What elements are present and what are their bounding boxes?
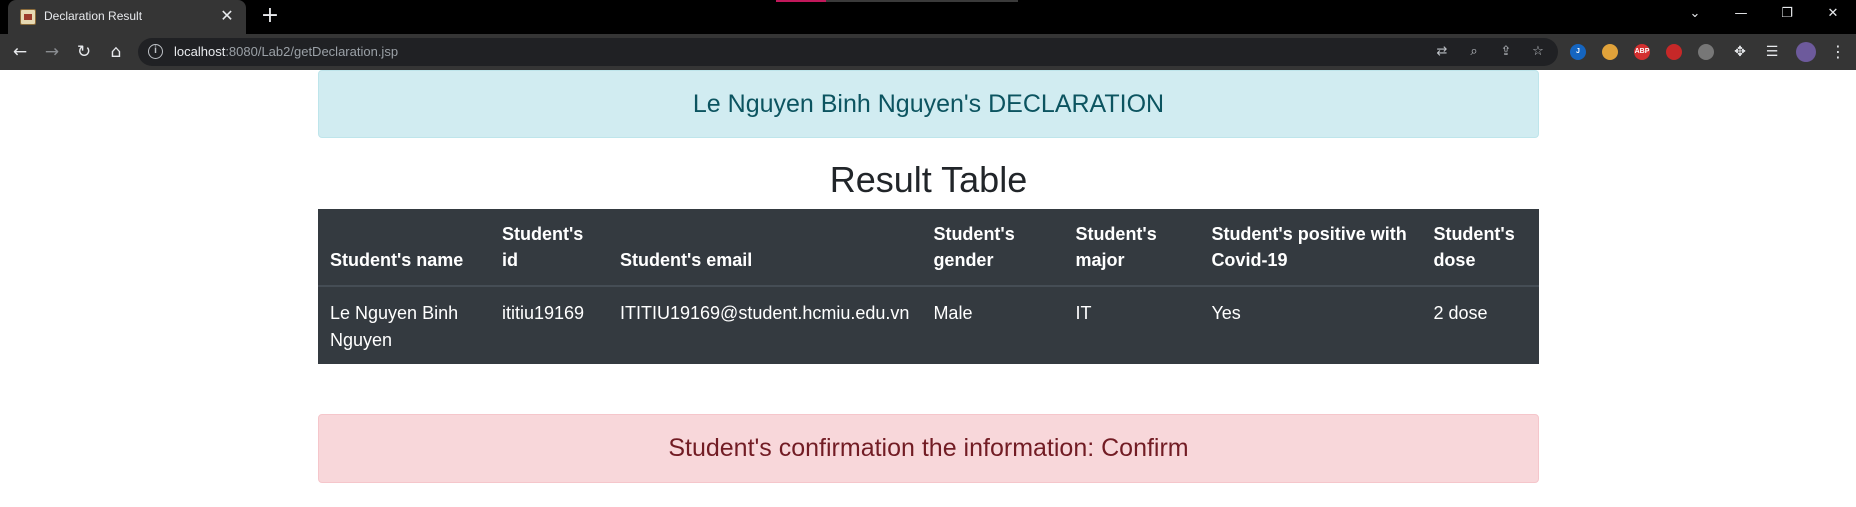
browser-tabstrip: Declaration Result ✕ + ⌄ — ❐ ✕	[0, 0, 1856, 34]
table-header-row: Student's name Student's id Student's em…	[318, 209, 1539, 287]
declaration-alert: Le Nguyen Binh Nguyen's DECLARATION	[318, 70, 1539, 138]
header-student-id: Student's id	[490, 209, 608, 287]
share-icon[interactable]: ⇪	[1498, 44, 1514, 60]
cell-student-covid: Yes	[1211, 303, 1241, 323]
address-bar[interactable]: i localhost:8080/Lab2/getDeclaration.jsp…	[138, 38, 1558, 66]
minimize-button[interactable]: —	[1718, 0, 1764, 30]
extensions-puzzle-icon[interactable]: ✥	[1728, 40, 1752, 64]
adblock-plus-icon[interactable]: ABP	[1634, 44, 1650, 60]
menu-kebab-icon[interactable]: ⋮	[1826, 40, 1850, 64]
close-window-button[interactable]: ✕	[1810, 0, 1856, 30]
header-student-major: Student's major	[1063, 209, 1200, 287]
confirmation-text: Student's confirmation the information: …	[668, 434, 1189, 462]
restore-button[interactable]: ❐	[1764, 0, 1810, 30]
result-table-heading: Result Table	[829, 159, 1028, 200]
confirmation-alert: Student's confirmation the information: …	[318, 414, 1539, 483]
translate-icon[interactable]: ⇄	[1434, 44, 1450, 60]
active-tab[interactable]: Declaration Result ✕	[8, 0, 246, 34]
new-tab-button[interactable]: +	[258, 5, 282, 29]
cell-student-gender: Male	[933, 303, 973, 323]
table-row: Le Nguyen Binh Nguyen ititiu19169 ITITIU…	[318, 286, 1539, 364]
page-content: Le Nguyen Binh Nguyen's DECLARATION Resu…	[0, 70, 1856, 507]
declaration-title: Le Nguyen Binh Nguyen's DECLARATION	[692, 90, 1165, 118]
zoom-icon[interactable]: ⌕	[1466, 44, 1482, 60]
tab-close-icon[interactable]: ✕	[218, 8, 236, 26]
profile-avatar[interactable]	[1796, 42, 1816, 62]
site-info-icon[interactable]: i	[148, 44, 163, 59]
bookmark-star-icon[interactable]: ☆	[1530, 44, 1546, 60]
cell-student-dose: 2 dose	[1433, 303, 1488, 323]
forward-icon[interactable]: →	[40, 40, 64, 64]
header-student-covid: Student's positive with Covid-19	[1199, 209, 1422, 287]
cell-student-major: IT	[1075, 303, 1092, 323]
browser-toolbar: ← → ↻ ⌂ i localhost:8080/Lab2/getDeclara…	[0, 34, 1856, 70]
reading-list-icon[interactable]: ☰	[1760, 40, 1784, 64]
cell-student-id: ititiu19169	[502, 303, 585, 323]
header-student-dose: Student's dose	[1421, 209, 1539, 287]
j-extension-icon[interactable]: J	[1570, 44, 1586, 60]
tab-search-icon[interactable]: ⌄	[1672, 0, 1718, 30]
header-student-email: Student's email	[608, 209, 922, 287]
reload-icon[interactable]: ↻	[72, 40, 96, 64]
home-icon[interactable]: ⌂	[104, 40, 128, 64]
cell-student-email: ITITIU19169@student.hcmiu.edu.vn	[620, 303, 910, 323]
tabstrip-media-indicator-accent	[776, 0, 826, 2]
url-text[interactable]: localhost:8080/Lab2/getDeclaration.jsp	[174, 44, 398, 59]
hand-block-icon[interactable]	[1666, 44, 1682, 60]
tab-favicon-icon	[20, 9, 36, 25]
tab-title: Declaration Result	[44, 9, 143, 23]
honey-extension-icon[interactable]	[1602, 44, 1618, 60]
back-icon[interactable]: ←	[8, 40, 32, 64]
cell-student-name: Le Nguyen Binh Nguyen	[330, 303, 459, 350]
header-student-gender: Student's gender	[921, 209, 1064, 287]
result-table: Student's name Student's id Student's em…	[318, 209, 1539, 364]
header-student-name: Student's name	[318, 209, 490, 287]
tampermonkey-icon[interactable]	[1698, 44, 1714, 60]
